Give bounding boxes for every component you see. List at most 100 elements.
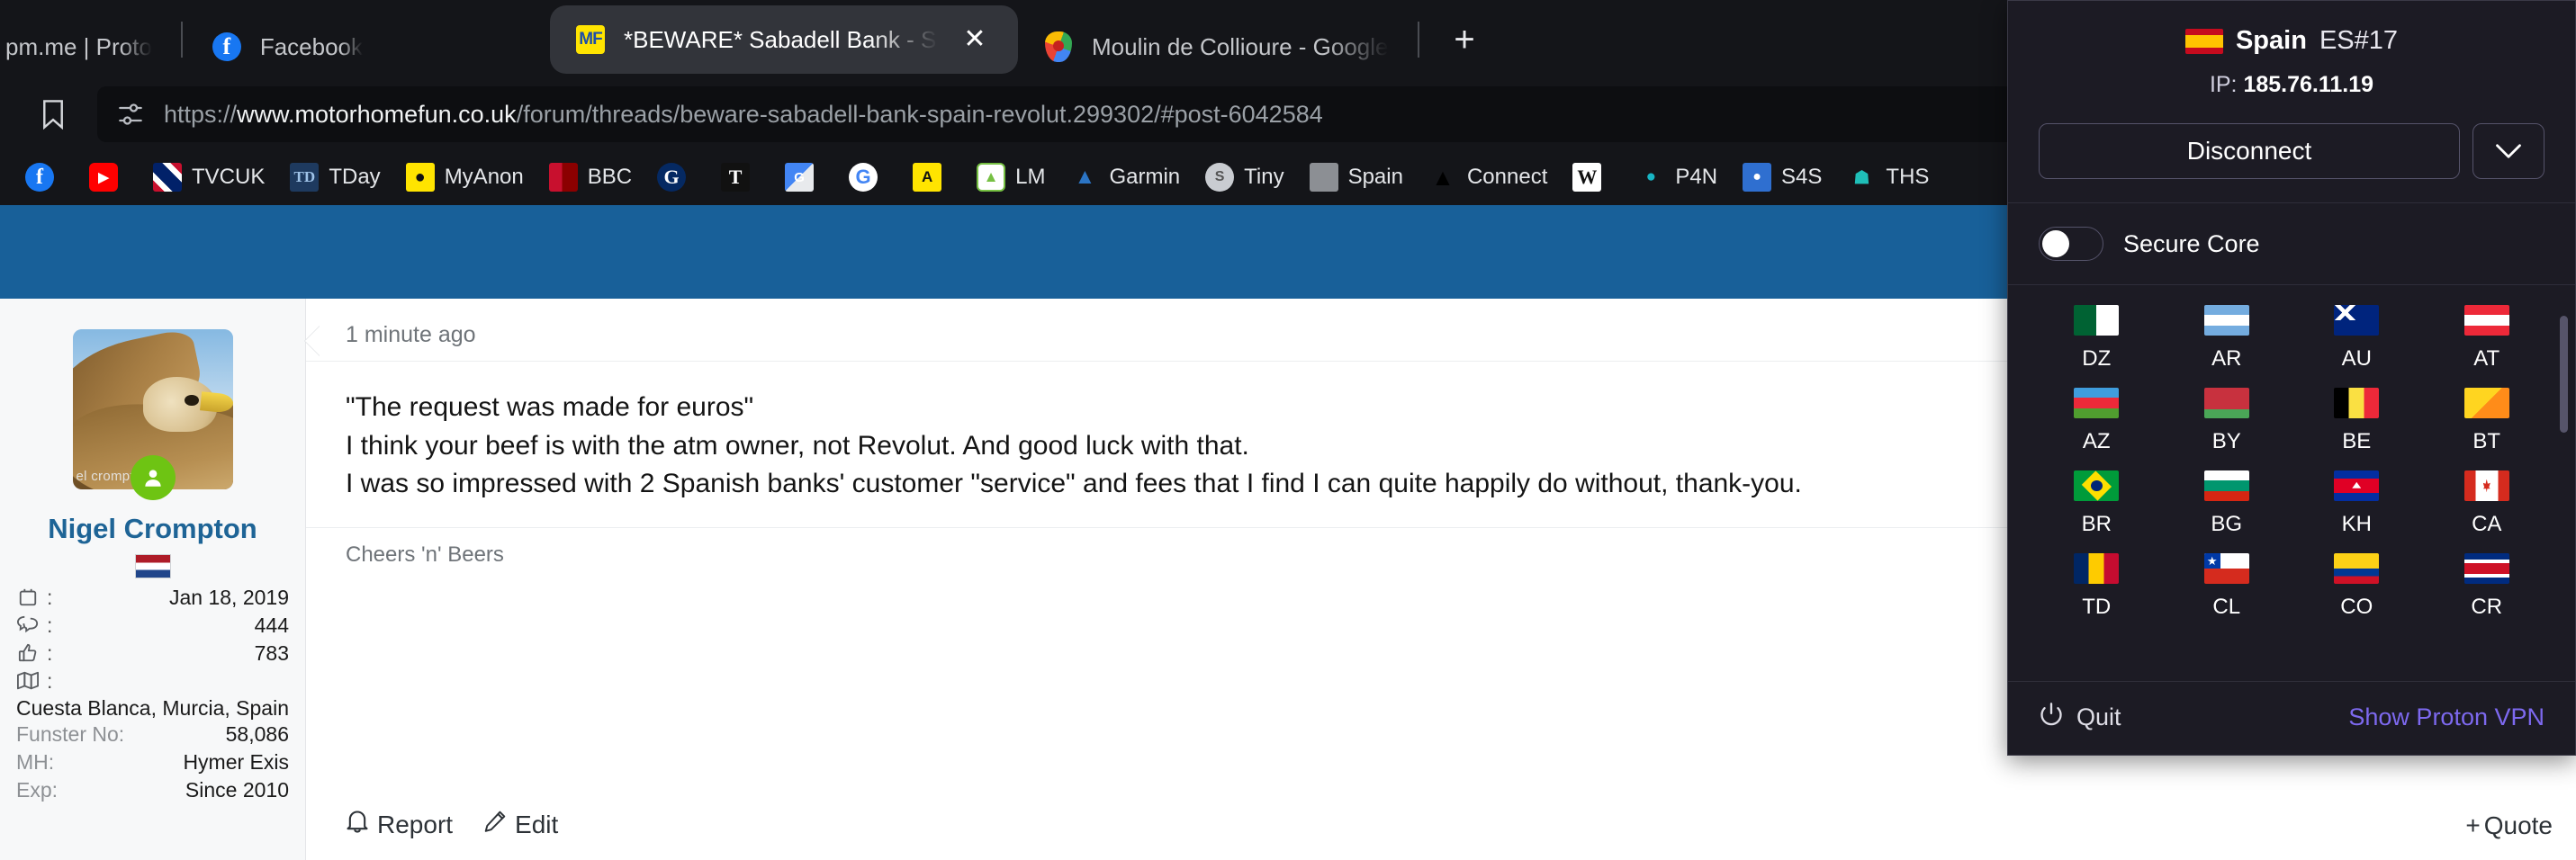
- bookmark-label: LM: [1015, 165, 1046, 189]
- close-icon[interactable]: ✕: [957, 22, 993, 58]
- bookmark-lm[interactable]: ▲ LM: [964, 156, 1058, 199]
- bookmark-aa[interactable]: A: [900, 156, 964, 199]
- bookmark-label: Tiny: [1244, 165, 1284, 189]
- bookmark-label: Spain: [1347, 165, 1403, 189]
- country-bt[interactable]: BT: [2422, 388, 2553, 454]
- chevron-down-icon[interactable]: [2472, 123, 2544, 179]
- country-grid: DZ AR AU AT AZ BY BE BT BR BG KH CA TD ★…: [2008, 285, 2575, 620]
- country-ar[interactable]: AR: [2162, 305, 2292, 372]
- bookmark-connect[interactable]: ▲ Connect: [1416, 156, 1560, 199]
- country-cr[interactable]: CR: [2422, 553, 2553, 620]
- field-value: 58,086: [225, 722, 289, 747]
- bookmark-times[interactable]: T: [708, 156, 772, 199]
- country-be[interactable]: BE: [2292, 388, 2422, 454]
- country-br[interactable]: BR: [2031, 470, 2162, 537]
- avatar[interactable]: el crompton: [72, 329, 233, 500]
- tab-label: pm.me | Proto: [5, 32, 152, 60]
- country-bg[interactable]: BG: [2162, 470, 2292, 537]
- bookmark-park4night[interactable]: ● P4N: [1624, 156, 1730, 199]
- country-code: CO: [2340, 595, 2373, 619]
- edit-label: Edit: [515, 810, 559, 838]
- country-ca[interactable]: CA: [2422, 470, 2553, 537]
- union-jack-icon: [153, 163, 182, 192]
- vpn-country-name: Spain: [2235, 26, 2307, 55]
- bookmark-myanon[interactable]: ● MyAnon: [393, 156, 536, 199]
- author-name[interactable]: Nigel Crompton: [16, 513, 289, 545]
- country-kh[interactable]: KH: [2292, 470, 2422, 537]
- myanon-icon: ●: [405, 163, 435, 192]
- url-display[interactable]: https://www.motorhomefun.co.uk/forum/thr…: [164, 101, 2268, 129]
- tab-label: Moulin de Collioure - Google Maps: [1092, 32, 1389, 60]
- country-co[interactable]: CO: [2292, 553, 2422, 620]
- field-label: MH:: [16, 750, 55, 775]
- bookmark-label: Connect: [1466, 165, 1548, 189]
- edit-button[interactable]: Edit: [483, 809, 558, 840]
- country-list-scrollbar[interactable]: [2560, 316, 2568, 433]
- tune-icon[interactable]: [115, 102, 146, 127]
- bookmark-icon[interactable]: [25, 86, 81, 142]
- online-status-badge: [130, 455, 176, 500]
- spain-folder-icon: [1309, 163, 1338, 192]
- bookmark-wikipedia[interactable]: W: [1560, 156, 1624, 199]
- bookmark-bbc[interactable]: BBC: [536, 156, 644, 199]
- author-location: Cuesta Blanca, Murcia, Spain: [16, 695, 289, 720]
- bookmark-ths[interactable]: ☗ THS: [1834, 156, 1941, 199]
- bookmark-google-translate[interactable]: G: [772, 156, 836, 199]
- stat-messages: : 444: [16, 612, 289, 640]
- bookmark-tvcuk[interactable]: TVCUK: [140, 156, 277, 199]
- brazil-flag-icon: [2074, 470, 2120, 501]
- pencil-icon: [483, 809, 507, 840]
- bookmark-spain-folder[interactable]: Spain: [1297, 156, 1416, 199]
- bookmark-tiny[interactable]: S Tiny: [1193, 156, 1296, 199]
- belgium-flag-icon: [2334, 388, 2380, 418]
- new-tab-button[interactable]: +: [1439, 14, 1490, 65]
- country-code: DZ: [2082, 346, 2112, 371]
- country-au[interactable]: AU: [2292, 305, 2422, 372]
- secure-core-row[interactable]: Secure Core: [2008, 203, 2575, 285]
- guardian-icon: G: [657, 163, 687, 192]
- report-button[interactable]: Report: [346, 809, 453, 840]
- country-td[interactable]: TD: [2031, 553, 2162, 620]
- bookmark-google[interactable]: G: [836, 156, 900, 199]
- bookmark-garmin[interactable]: ▲ Garmin: [1058, 156, 1193, 199]
- country-code: CL: [2212, 595, 2241, 619]
- garmin-icon: ▲: [1074, 165, 1096, 189]
- bookmark-searchforsites[interactable]: ● S4S: [1730, 156, 1834, 199]
- tab-motorhomefun[interactable]: MF *BEWARE* Sabadell Bank - Sp ✕: [550, 5, 1018, 74]
- tab-facebook[interactable]: f Facebook: [186, 14, 388, 79]
- field-funster-no: Funster No: 58,086: [16, 721, 289, 748]
- secure-core-toggle[interactable]: [2039, 227, 2103, 261]
- bookmark-facebook[interactable]: f: [13, 156, 77, 199]
- stat-likes: : 783: [16, 640, 289, 667]
- bookmark-label: MyAnon: [444, 165, 524, 189]
- tab-protonmail[interactable]: pm.me | Proto: [0, 14, 177, 79]
- show-proton-vpn-link[interactable]: Show Proton VPN: [2348, 703, 2544, 731]
- bookmark-tday[interactable]: TD TDay: [277, 156, 392, 199]
- azerbaijan-flag-icon: [2074, 388, 2120, 418]
- country-cl[interactable]: ★ CL: [2162, 553, 2292, 620]
- country-dz[interactable]: DZ: [2031, 305, 2162, 372]
- country-code: BE: [2342, 429, 2372, 453]
- thumbs-up-icon: [16, 641, 40, 665]
- country-by[interactable]: BY: [2162, 388, 2292, 454]
- google-icon: G: [849, 163, 878, 192]
- tab-google-maps[interactable]: Moulin de Collioure - Google Maps: [1018, 14, 1414, 79]
- map-icon: [16, 669, 40, 693]
- quote-button[interactable]: + Quote: [2465, 811, 2553, 840]
- country-at[interactable]: AT: [2422, 305, 2553, 372]
- field-value: Hymer Exis: [183, 750, 289, 775]
- bulgaria-flag-icon: [2203, 470, 2249, 501]
- quit-label: Quit: [2076, 703, 2121, 730]
- argentina-flag-icon: [2203, 305, 2249, 336]
- country-code: AZ: [2082, 429, 2111, 453]
- bookmark-guardian[interactable]: G: [644, 156, 708, 199]
- belarus-flag-icon: [2203, 388, 2249, 418]
- aa-icon: A: [913, 163, 942, 192]
- disconnect-button[interactable]: Disconnect: [2039, 123, 2460, 179]
- bookmark-youtube[interactable]: ▶: [77, 156, 140, 199]
- bookmark-label: TDay: [329, 165, 381, 189]
- quit-button[interactable]: Quit: [2039, 702, 2121, 733]
- country-az[interactable]: AZ: [2031, 388, 2162, 454]
- country-list[interactable]: DZ AR AU AT AZ BY BE BT BR BG KH CA TD ★…: [2008, 285, 2575, 681]
- wikipedia-icon: W: [1572, 163, 1602, 192]
